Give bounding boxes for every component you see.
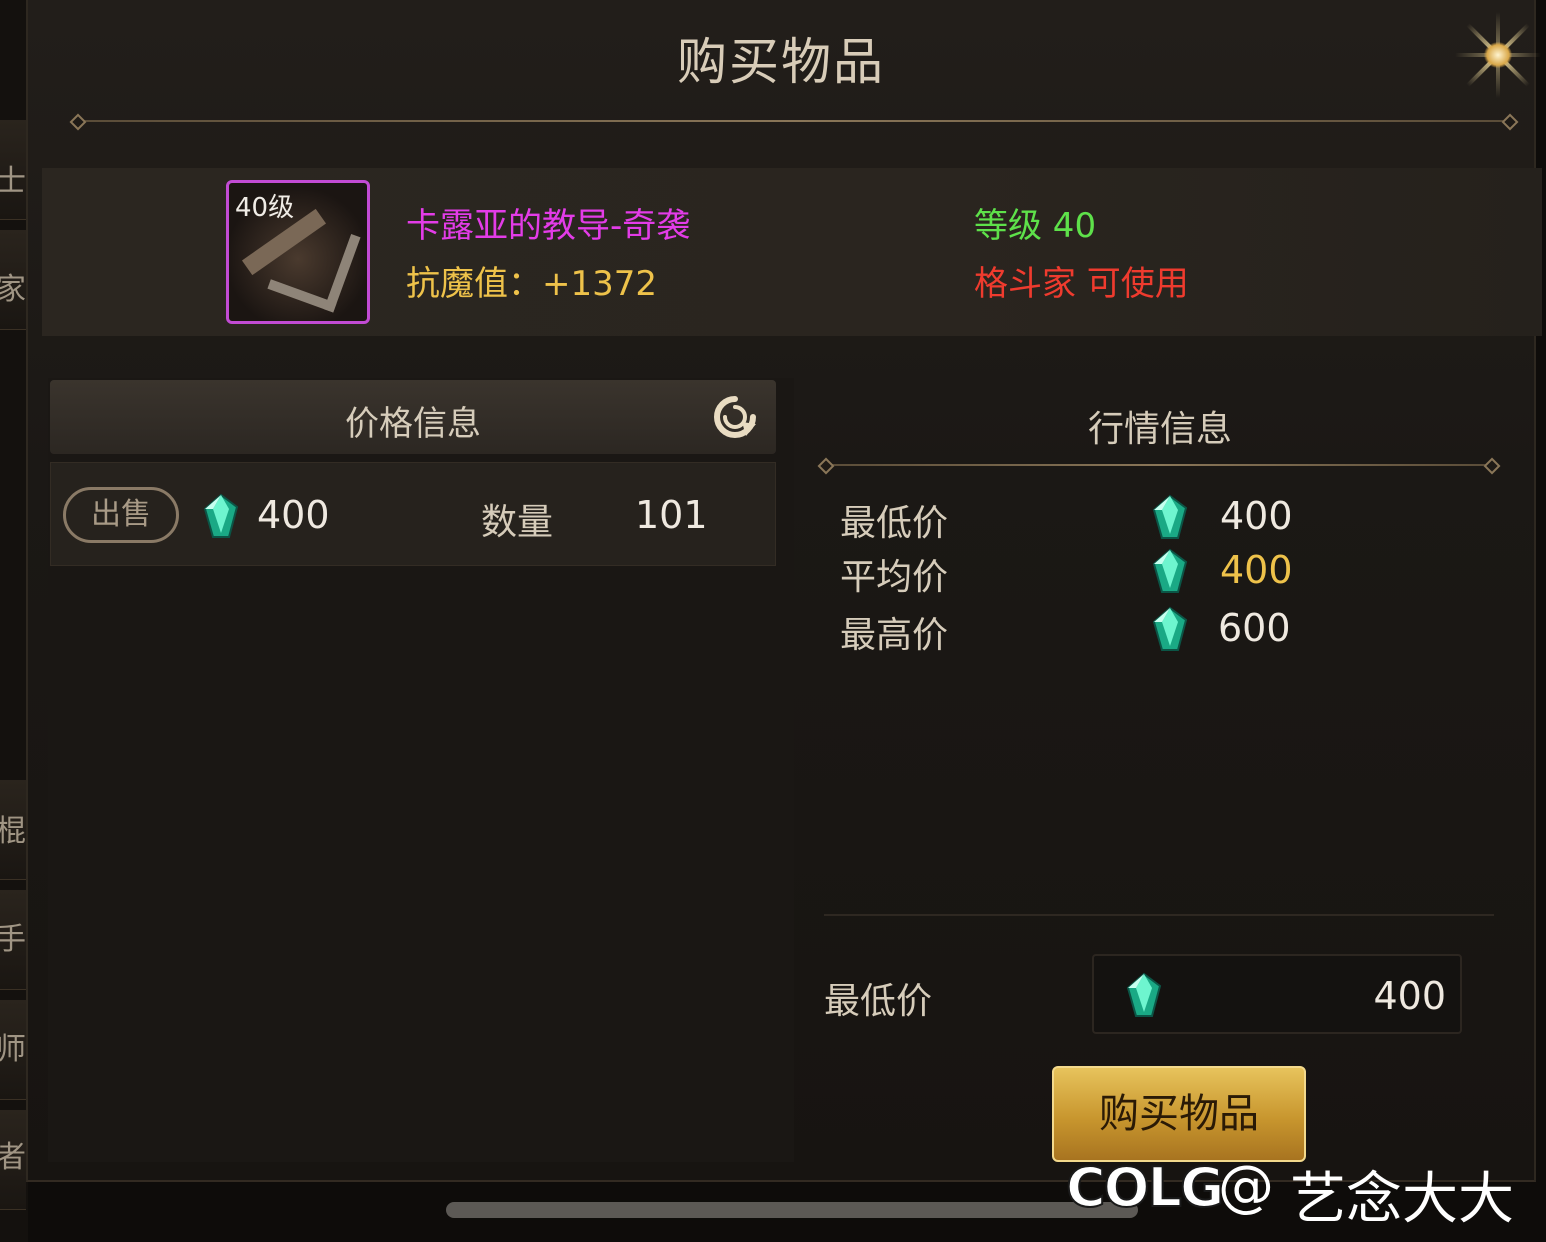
max-price-value: 600 bbox=[1218, 606, 1291, 650]
sell-badge: 出售 bbox=[63, 487, 179, 543]
side-tab-label: 手 bbox=[0, 922, 26, 957]
market-divider bbox=[824, 464, 1494, 466]
title-divider bbox=[76, 120, 1512, 122]
listing-price: 400 bbox=[257, 493, 330, 537]
price-info-panel: 价格信息 出售 400 数量 101 bbox=[48, 378, 794, 1162]
purchase-price-field: 400 bbox=[1092, 954, 1462, 1034]
watermark-author: 艺念大大 bbox=[1290, 1167, 1514, 1232]
dialog-title: 购买物品 bbox=[677, 33, 885, 91]
gem-icon bbox=[1152, 606, 1188, 651]
side-tab-label: 师 bbox=[0, 1032, 26, 1067]
item-usable-class: 格斗家 可使用 bbox=[974, 264, 1189, 304]
background-side-tabs: 士 家 棍 手 师 者 bbox=[0, 0, 28, 1242]
purchase-price-value: 400 bbox=[1373, 974, 1446, 1018]
side-tab: 棍 bbox=[0, 780, 26, 880]
section-separator bbox=[824, 914, 1494, 916]
avg-price-value: 400 bbox=[1220, 548, 1293, 592]
price-info-header: 价格信息 bbox=[50, 380, 776, 454]
purchase-price-label: 最低价 bbox=[824, 981, 933, 1022]
side-tab: 师 bbox=[0, 1000, 26, 1100]
max-price-label: 最高价 bbox=[840, 615, 949, 656]
price-info-title: 价格信息 bbox=[345, 404, 481, 444]
gem-icon bbox=[203, 493, 239, 538]
item-level: 等级 40 bbox=[974, 206, 1097, 246]
watermark-at: @ bbox=[1218, 1154, 1274, 1219]
refresh-icon[interactable] bbox=[712, 394, 758, 440]
gem-icon bbox=[1152, 494, 1188, 539]
side-tab: 者 bbox=[0, 1110, 26, 1210]
quantity-value: 101 bbox=[635, 493, 708, 537]
min-price-value: 400 bbox=[1220, 494, 1293, 538]
item-name: 卡露亚的教导-奇袭 bbox=[406, 206, 691, 246]
item-level-badge: 40级 bbox=[235, 193, 295, 223]
gem-icon bbox=[1152, 548, 1188, 593]
side-tab-label: 者 bbox=[0, 1140, 26, 1175]
listing-row[interactable]: 出售 400 数量 101 bbox=[50, 462, 776, 566]
item-info: 40级 卡露亚的教导-奇袭 抗魔值：+1372 等级 40 格斗家 可使用 bbox=[42, 168, 1542, 336]
min-price-label: 最低价 bbox=[840, 503, 949, 544]
gem-icon bbox=[1126, 972, 1162, 1017]
side-tab-label: 士 bbox=[0, 164, 26, 199]
item-stat: 抗魔值：+1372 bbox=[406, 264, 658, 304]
item-icon-slot[interactable]: 40级 bbox=[226, 180, 370, 324]
avg-price-label: 平均价 bbox=[840, 557, 949, 598]
side-tab: 手 bbox=[0, 890, 26, 990]
side-tab-label: 棍 bbox=[0, 814, 26, 849]
quantity-label: 数量 bbox=[481, 502, 554, 543]
horizontal-scrollbar[interactable] bbox=[446, 1202, 1138, 1218]
colg-logo: COLG bbox=[1065, 1155, 1225, 1220]
buy-item-button[interactable]: 购买物品 bbox=[1052, 1066, 1306, 1162]
close-button[interactable] bbox=[1448, 10, 1546, 100]
purchase-dialog: 购买物品 40级 卡露亚的教导-奇袭 抗魔值：+1372 等级 40 格斗家 可… bbox=[26, 0, 1542, 1182]
side-tab: 家 bbox=[0, 230, 26, 330]
side-tab: 士 bbox=[0, 120, 26, 220]
market-info-title: 行情信息 bbox=[1088, 409, 1233, 450]
side-tab-label: 家 bbox=[0, 272, 26, 307]
